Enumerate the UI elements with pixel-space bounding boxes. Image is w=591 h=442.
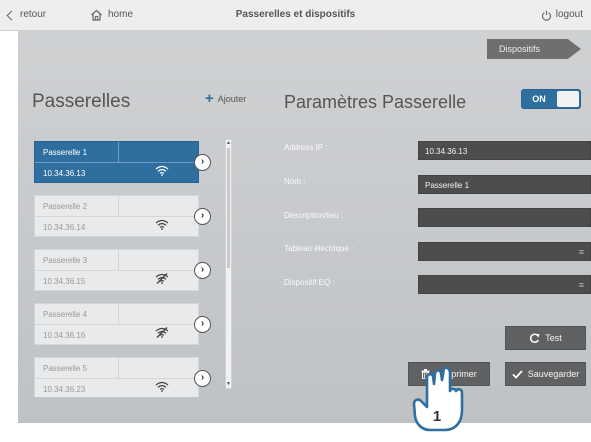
tableau-label: Tableau électrique : [284, 244, 354, 253]
gateway-ip: 10.34.36.23 [43, 385, 86, 394]
gateway-ip: 10.34.36.13 [43, 169, 86, 178]
divider [118, 250, 119, 270]
logout-label: logout [555, 9, 583, 20]
gateway-name: Passerelle 3 [43, 256, 88, 265]
ip-field[interactable]: 10.34.36.13 [418, 141, 591, 160]
divider [35, 324, 198, 325]
gateway-item[interactable]: Passerelle 5 10.34.36.23 › [34, 357, 211, 397]
gateway-list-scrollbar[interactable]: ▲ ▼ [225, 139, 232, 389]
gateway-name: Passerelle 4 [43, 310, 88, 319]
scroll-up-icon[interactable]: ▲ [226, 141, 231, 146]
menu-icon: ≡ [578, 247, 584, 257]
ip-label: Address IP : [284, 143, 328, 152]
open-gateway-button[interactable]: › [194, 208, 211, 225]
eq-label: Dispositif EQ : [284, 278, 335, 287]
divider [35, 162, 198, 163]
eq-select[interactable]: ≡ [418, 275, 591, 294]
name-value: Passerelle 1 [425, 181, 470, 190]
power-icon [541, 10, 551, 21]
open-gateway-button[interactable]: › [194, 316, 211, 333]
tableau-select[interactable]: ≡ [418, 242, 591, 261]
add-gateway-button[interactable]: + Ajouter [205, 90, 247, 107]
refresh-icon [530, 333, 540, 343]
gateway-ip: 10.34.36.15 [43, 277, 86, 286]
tab-dispositifs[interactable]: Dispositifs [487, 39, 581, 59]
name-field[interactable]: Passerelle 1 [418, 175, 591, 194]
gateway-item[interactable]: Passerelle 2 10.34.36.14 › [34, 195, 211, 237]
plus-icon: + [205, 90, 214, 107]
divider [118, 196, 119, 216]
cursor-step-badge: 1 [433, 408, 441, 425]
gateway-name: Passerelle 2 [43, 202, 88, 211]
gateway-ip: 10.34.36.14 [43, 223, 86, 232]
scrollbar-thumb[interactable] [227, 148, 230, 268]
open-gateway-button[interactable]: › [194, 370, 211, 387]
wifi-off-icon [155, 327, 169, 338]
main-panel: Dispositifs Passerelles + Ajouter Passer… [18, 31, 591, 423]
menu-icon: ≡ [578, 280, 584, 290]
save-button[interactable]: Sauvegarder [505, 362, 586, 386]
name-label: Nom : [284, 177, 306, 186]
toggle-knob [557, 91, 579, 107]
save-label: Sauvegarder [527, 369, 580, 379]
divider [35, 270, 198, 271]
gateway-name: Passerelle 5 [43, 364, 88, 373]
divider [118, 142, 119, 162]
hand-pointer-icon: 1 [412, 366, 464, 432]
open-gateway-button[interactable]: › [194, 154, 211, 171]
logout-button[interactable]: logout [541, 0, 583, 30]
divider [35, 378, 198, 379]
divider [35, 216, 198, 217]
scroll-down-icon[interactable]: ▼ [226, 382, 231, 387]
wifi-icon [155, 165, 169, 176]
page-title: Passerelles et dispositifs [235, 9, 356, 20]
gateway-enable-toggle[interactable]: ON [521, 89, 581, 109]
divider [118, 358, 119, 378]
test-button[interactable]: Test [505, 326, 586, 350]
divider [118, 304, 119, 324]
gateway-item[interactable]: Passerelle 4 10.34.36.16 › [34, 303, 211, 345]
toggle-label: ON [532, 94, 546, 104]
description-field[interactable] [418, 208, 591, 227]
description-label: Description/lieu : [284, 211, 344, 220]
gateways-title: Passerelles [32, 91, 131, 112]
test-label: Test [545, 333, 562, 343]
gateway-ip: 10.34.36.16 [43, 331, 86, 340]
gateway-list: Passerelle 1 10.34.36.13 › Passerelle 2 … [18, 137, 233, 397]
wifi-off-icon [155, 273, 169, 284]
gateway-name: Passerelle 1 [43, 148, 88, 157]
checkmark-icon [512, 369, 523, 379]
gateway-item[interactable]: Passerelle 3 10.34.36.15 › [34, 249, 211, 291]
wifi-icon [155, 219, 169, 230]
ip-value: 10.34.36.13 [425, 147, 468, 156]
gateway-item[interactable]: Passerelle 1 10.34.36.13 › [34, 141, 211, 183]
open-gateway-button[interactable]: › [194, 262, 211, 279]
top-bar: retour home Passerelles et dispositifs l… [0, 0, 591, 31]
add-gateway-label: Ajouter [217, 94, 247, 104]
wifi-icon [155, 381, 169, 392]
params-title: Paramètres Passerelle [284, 92, 467, 112]
